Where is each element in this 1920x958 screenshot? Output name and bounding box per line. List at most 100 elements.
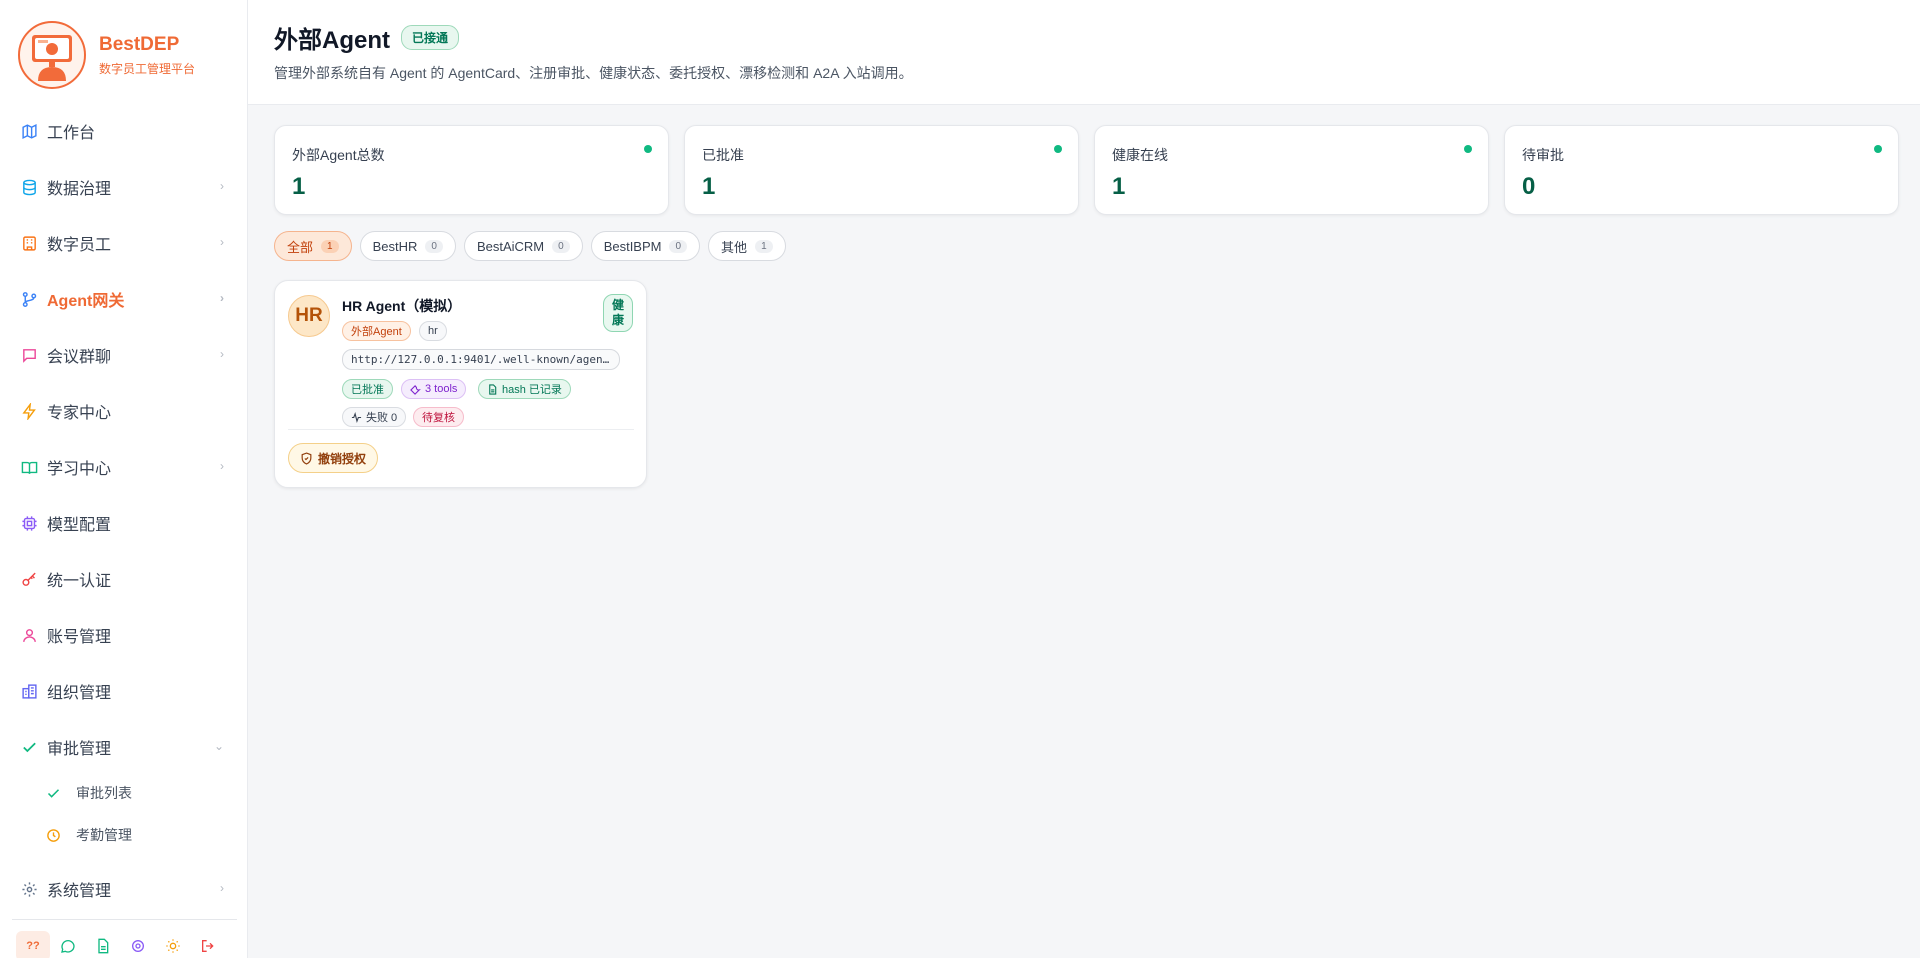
sidebar-item-unified-auth[interactable]: 统一认证 xyxy=(0,559,248,599)
stat-label: 待审批 xyxy=(1522,147,1564,163)
check-icon xyxy=(21,739,38,756)
chevron-right-icon: › xyxy=(220,235,224,249)
filter-chip-all[interactable]: 全部 1 xyxy=(274,231,352,261)
revoke-authorization-button[interactable]: 撤销授权 xyxy=(288,443,379,473)
filter-chip-bestaicrm[interactable]: BestAiCRM 0 xyxy=(463,231,583,261)
chevron-right-icon: › xyxy=(220,347,224,361)
brand[interactable]: BestDEP 数字员工管理平台 xyxy=(18,21,195,89)
tag-external-agent: 外部Agent xyxy=(342,321,411,341)
sidebar-item-expert-center[interactable]: 专家中心 xyxy=(0,391,248,431)
stat-value: 1 xyxy=(292,173,306,200)
stat-label: 已批准 xyxy=(702,147,744,163)
sidebar-item-label: 系统管理 xyxy=(47,883,112,900)
stat-value: 1 xyxy=(702,173,716,200)
filter-chip-besthr[interactable]: BestHR 0 xyxy=(359,231,456,261)
cpu-chip-icon xyxy=(21,515,38,532)
page-description: 管理外部系统自有 Agent 的 AgentCard、注册审批、健康状态、委托授… xyxy=(274,65,913,81)
agent-card-url[interactable]: http://127.0.0.1:9401/.well-known/agent.… xyxy=(342,349,620,370)
sidebar-item-label: 工作台 xyxy=(47,125,96,142)
sidebar-subitem-attendance[interactable]: 考勤管理 xyxy=(0,819,248,851)
sidebar-item-digital-workers[interactable]: 数字员工 › xyxy=(0,223,248,263)
filter-label: BestIBPM xyxy=(603,238,662,254)
settings-icon[interactable] xyxy=(121,931,155,958)
sidebar: BestDEP 数字员工管理平台 工作台 数据治理 › 数字员工 › Agent… xyxy=(0,0,248,958)
check-icon xyxy=(46,786,61,801)
filter-count: 1 xyxy=(755,239,773,253)
agent-card[interactable]: HR HR Agent（模拟） 健康 外部Agent hr http://127… xyxy=(274,280,647,488)
sidebar-subitem-label: 考勤管理 xyxy=(76,827,132,843)
health-badge: 健康 xyxy=(603,294,633,332)
agent-card-url-text: http://127.0.0.1:9401/.well-known/agent.… xyxy=(351,353,611,366)
lightning-icon xyxy=(21,402,38,420)
page-title: 外部Agent xyxy=(274,27,390,54)
chevron-right-icon: › xyxy=(220,291,224,305)
sidebar-divider xyxy=(12,919,237,920)
sun-icon[interactable] xyxy=(156,931,190,958)
file-icon xyxy=(487,383,498,395)
chevron-right-icon: › xyxy=(220,881,224,895)
clock-icon xyxy=(46,828,61,843)
stat-label: 外部Agent总数 xyxy=(292,147,385,163)
chat-icon[interactable] xyxy=(51,931,85,958)
git-branch-icon xyxy=(21,291,38,308)
sidebar-item-workbench[interactable]: 工作台 xyxy=(0,111,248,151)
sidebar-item-model-config[interactable]: 模型配置 xyxy=(0,503,248,543)
avatar: HR xyxy=(288,295,330,337)
activity-icon xyxy=(351,411,362,423)
brand-name: BestDEP xyxy=(99,33,180,55)
sidebar-item-label: Agent网关 xyxy=(47,293,125,310)
filter-chip-bestibpm[interactable]: BestIBPM 0 xyxy=(590,231,701,261)
sidebar-item-label: 模型配置 xyxy=(47,517,112,534)
revoke-label: 撤销授权 xyxy=(318,451,367,466)
sidebar-item-agent-gateway[interactable]: Agent网关 › xyxy=(0,279,248,319)
sidebar-footer: ?? xyxy=(16,931,226,958)
user-icon xyxy=(21,627,38,644)
key-icon xyxy=(21,571,38,588)
document-icon[interactable] xyxy=(86,931,120,958)
tag-hash-label: hash 已记录 xyxy=(502,384,562,396)
stat-label: 健康在线 xyxy=(1112,147,1168,163)
sidebar-item-data-governance[interactable]: 数据治理 › xyxy=(0,167,248,207)
organization-icon xyxy=(21,683,38,700)
sidebar-item-learning-center[interactable]: 学习中心 › xyxy=(0,447,248,487)
help-button[interactable]: ?? xyxy=(16,931,50,958)
card-divider xyxy=(288,429,634,430)
sidebar-item-label: 学习中心 xyxy=(47,461,112,478)
filter-count: 1 xyxy=(321,239,339,253)
chevron-right-icon: › xyxy=(220,179,224,193)
sidebar-subitem-approval-list[interactable]: 审批列表 xyxy=(0,777,248,809)
shield-icon xyxy=(300,451,313,465)
tag-failures: 失败 0 xyxy=(342,407,407,427)
sidebar-item-system-management[interactable]: 系统管理 › xyxy=(0,869,248,909)
sidebar-item-org-management[interactable]: 组织管理 xyxy=(0,671,248,711)
stat-value: 1 xyxy=(1112,173,1126,200)
sidebar-item-label: 组织管理 xyxy=(47,685,112,702)
tag-tools-label: 3 tools xyxy=(425,383,458,395)
digital-worker-logo-icon xyxy=(18,21,86,89)
tag-failures-label: 失败 0 xyxy=(366,412,398,424)
sidebar-item-account-management[interactable]: 账号管理 xyxy=(0,615,248,655)
sidebar-subitem-label: 审批列表 xyxy=(76,785,132,801)
chevron-down-icon: ⌄ xyxy=(213,739,224,753)
database-icon xyxy=(21,179,38,196)
sidebar-item-label: 数字员工 xyxy=(47,237,112,254)
stat-card-total: 外部Agent总数 1 xyxy=(274,125,669,215)
sidebar-item-approval-management[interactable]: 审批管理 ⌄ xyxy=(0,727,248,767)
chat-bubble-icon xyxy=(21,347,38,364)
brand-subtitle: 数字员工管理平台 xyxy=(99,61,196,76)
stat-card-approved: 已批准 1 xyxy=(684,125,1079,215)
status-dot-icon xyxy=(644,145,652,153)
gear-icon xyxy=(21,881,38,898)
sidebar-item-label: 账号管理 xyxy=(47,629,112,646)
sidebar-item-label: 专家中心 xyxy=(47,405,112,422)
logout-icon[interactable] xyxy=(191,931,225,958)
wrench-icon xyxy=(410,384,421,395)
sidebar-item-label: 审批管理 xyxy=(47,741,112,758)
filter-label: 全部 xyxy=(287,239,314,255)
sidebar-item-meeting-chat[interactable]: 会议群聊 › xyxy=(0,335,248,375)
stat-card-pending: 待审批 0 xyxy=(1504,125,1899,215)
filter-count: 0 xyxy=(552,239,570,253)
open-book-icon xyxy=(21,459,38,476)
filter-label: BestHR xyxy=(372,238,418,254)
filter-chip-other[interactable]: 其他 1 xyxy=(708,231,786,261)
